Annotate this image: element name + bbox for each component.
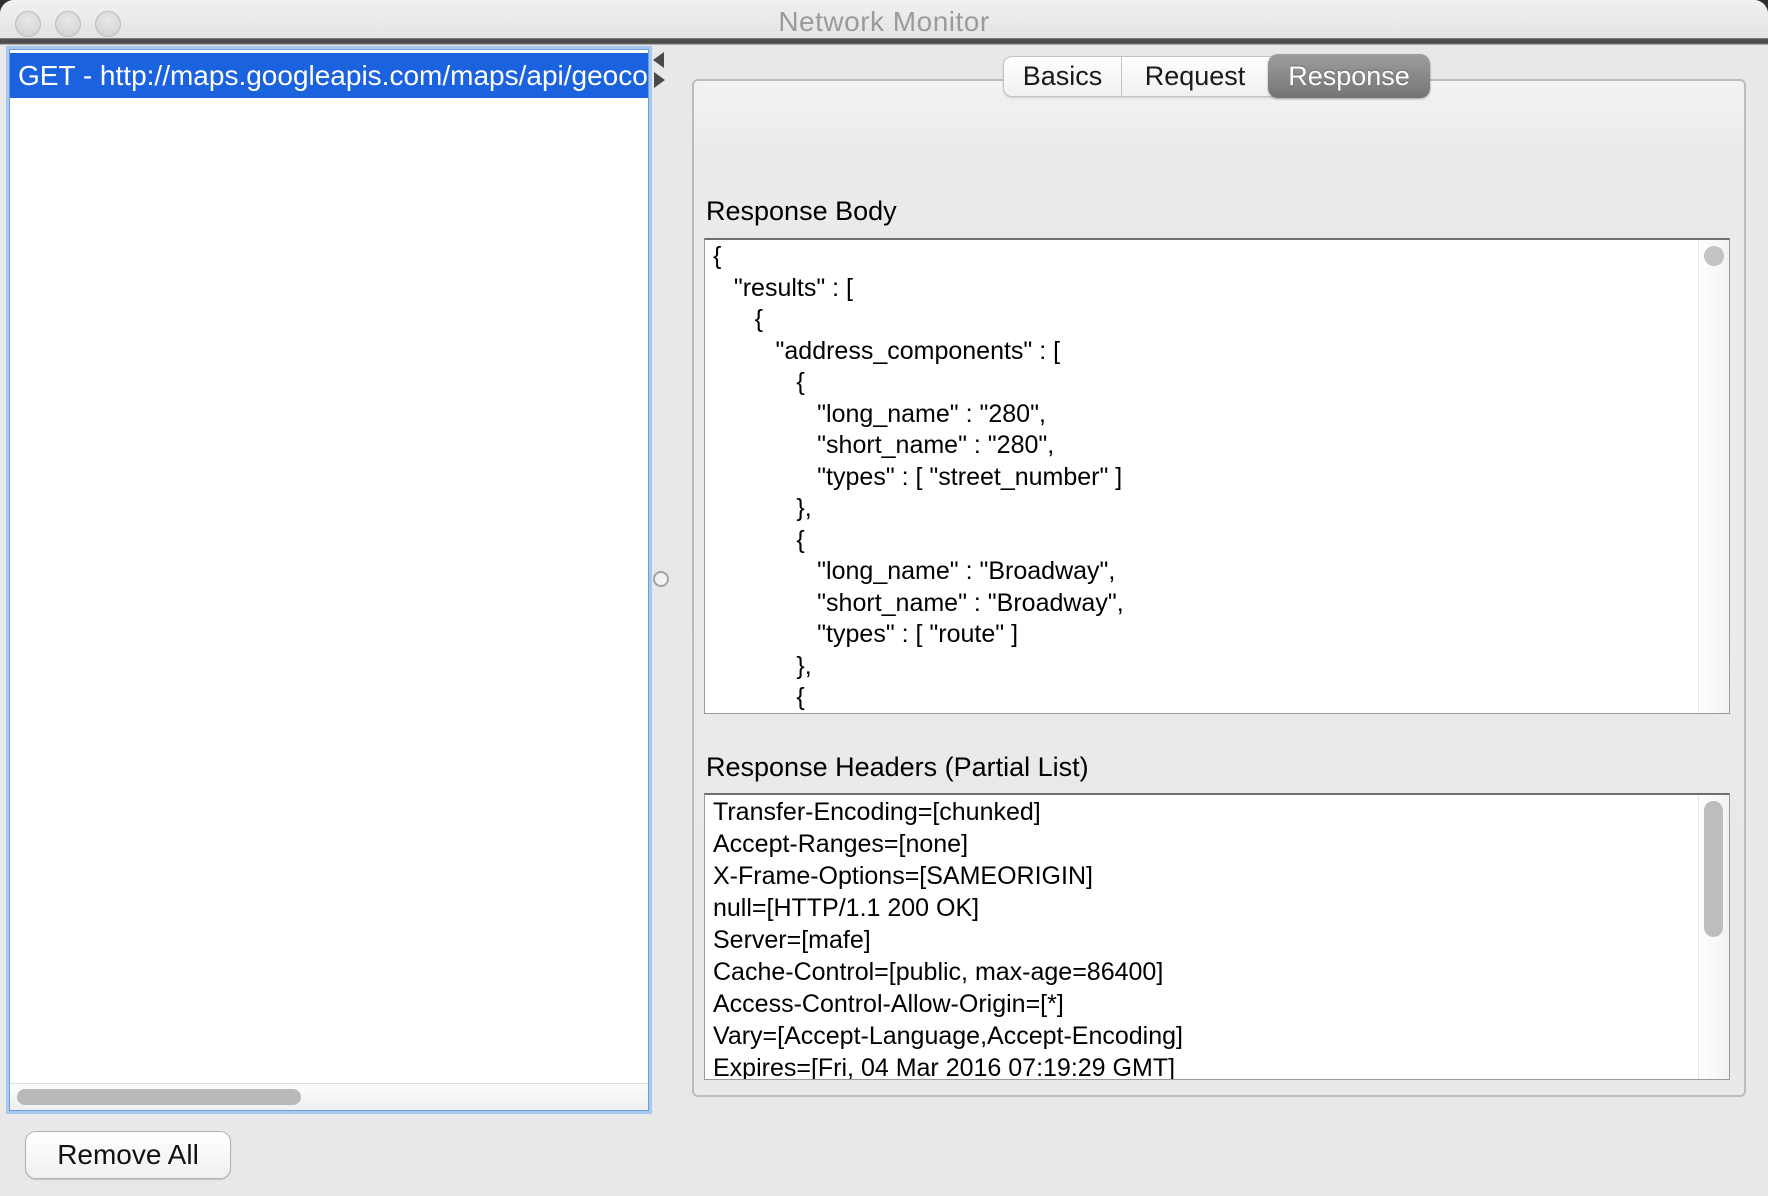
window-title: Network Monitor [0, 6, 1768, 38]
titlebar: Network Monitor [0, 0, 1768, 38]
headers-vertical-scrollbar-thumb[interactable] [1704, 801, 1723, 937]
body-vertical-scrollbar[interactable] [1698, 240, 1729, 713]
body-vertical-scrollbar-thumb[interactable] [1704, 246, 1724, 266]
splitpane-divider[interactable] [652, 46, 668, 1114]
remove-all-button[interactable]: Remove All [25, 1131, 231, 1179]
response-headers-label: Response Headers (Partial List) [706, 752, 1089, 783]
list-horizontal-scrollbar[interactable] [10, 1083, 648, 1110]
list-horizontal-scrollbar-thumb[interactable] [17, 1089, 301, 1105]
tab-request[interactable]: Request [1121, 57, 1268, 96]
titlebar-separator [0, 38, 1768, 45]
response-body-label: Response Body [706, 196, 897, 227]
response-headers-textarea[interactable]: Transfer-Encoding=[chunked] Accept-Range… [704, 793, 1730, 1080]
expand-right-arrow-icon[interactable] [654, 72, 665, 88]
collapse-left-arrow-icon[interactable] [653, 52, 664, 68]
response-body-text[interactable]: { "results" : [ { "address_components" :… [705, 240, 1729, 714]
response-body-textarea[interactable]: { "results" : [ { "address_components" :… [704, 238, 1730, 714]
response-headers-text[interactable]: Transfer-Encoding=[chunked] Accept-Range… [705, 795, 1729, 1080]
tab-basics[interactable]: Basics [1004, 57, 1121, 96]
tab-response[interactable]: Response [1268, 54, 1430, 98]
network-monitor-window: Network Monitor GET - http://maps.google… [0, 0, 1768, 1196]
request-list-item-selected[interactable]: GET - http://maps.googleapis.com/maps/ap… [10, 53, 648, 98]
headers-vertical-scrollbar[interactable] [1698, 795, 1729, 1079]
tab-bar: Basics Request Response [1003, 56, 1430, 97]
request-list: GET - http://maps.googleapis.com/maps/ap… [6, 46, 652, 1114]
divider-grip-icon[interactable] [653, 571, 669, 587]
